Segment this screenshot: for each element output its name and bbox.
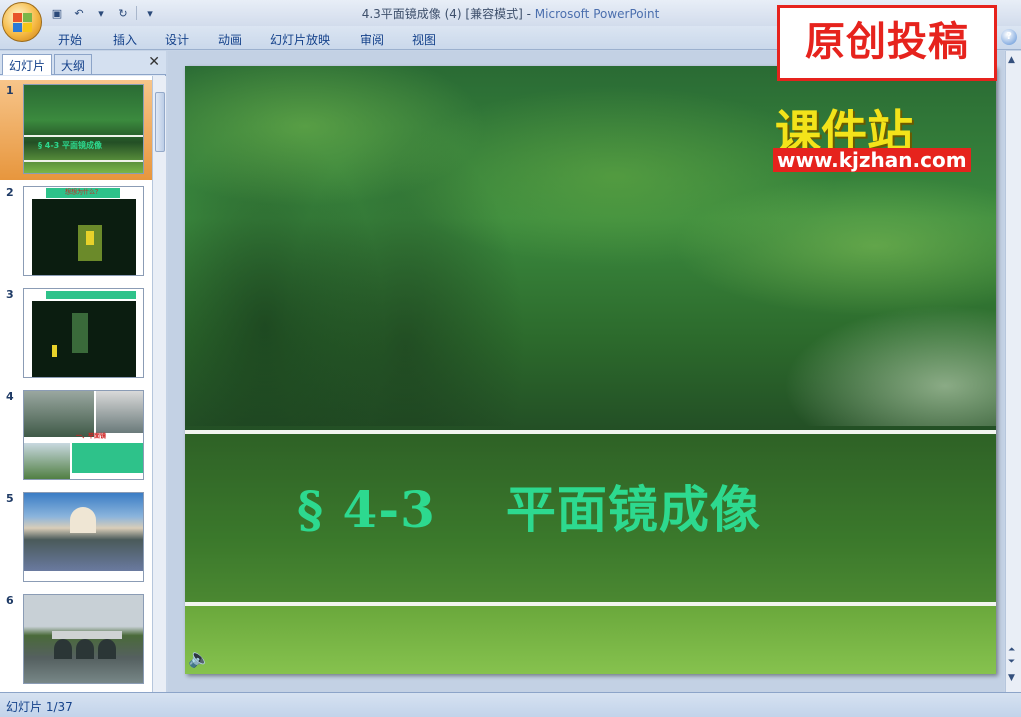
office-logo-icon: [13, 13, 33, 33]
thumb-caption: 想想为什么？: [46, 188, 120, 198]
slide-number: 3: [6, 288, 14, 301]
thumb-caption: § 4-3 平面镜成像: [38, 141, 103, 150]
prev-slide-icon[interactable]: ⏶: [1008, 645, 1015, 655]
slide-title[interactable]: § 4-3 平面镜成像: [297, 470, 761, 542]
tab-view[interactable]: 视图: [412, 31, 436, 48]
watermark-badge: 原创投稿: [777, 5, 997, 81]
slide-editor: 课件站 www.kjzhan.com § 4-3 平面镜成像 🔈: [168, 51, 1004, 692]
scrollbar-thumb[interactable]: [155, 92, 165, 152]
tab-animations[interactable]: 动画: [218, 31, 242, 48]
slide-number: 6: [6, 594, 14, 607]
grass-strip: [185, 606, 996, 674]
slide-thumb-1[interactable]: 1 § 4-3 平面镜成像: [0, 80, 152, 180]
current-slide[interactable]: 课件站 www.kjzhan.com § 4-3 平面镜成像 🔈: [185, 66, 996, 674]
slide-number: 1: [6, 84, 14, 97]
slide-counter: 幻灯片 1/37: [6, 700, 73, 714]
slide-title-text: 平面镜成像: [505, 480, 761, 539]
slide-thumbnail-image: 想想为什么？: [23, 186, 144, 276]
speaker-icon[interactable]: 🔈: [188, 648, 210, 669]
slide-number: 5: [6, 492, 14, 505]
slide-thumbnail-image: § 4-3 平面镜成像: [23, 84, 144, 174]
slide-thumbnail-image: 一、平面镜: [23, 390, 144, 480]
app-name: Microsoft PowerPoint: [534, 7, 660, 21]
title-dash: -: [526, 7, 535, 21]
tab-review[interactable]: 审阅: [360, 31, 384, 48]
slide-thumb-5[interactable]: 5: [0, 488, 152, 588]
slides-panel: 幻灯片 大纲 ✕ 1 § 4-3 平面镜成像 2 想想为什么？ 3 4 一、平面…: [0, 51, 166, 692]
slide-thumb-3[interactable]: 3: [0, 284, 152, 384]
status-bar: 幻灯片 1/37: [0, 692, 1021, 717]
office-button[interactable]: [2, 2, 42, 42]
thumbnails-scrollbar[interactable]: [152, 76, 166, 692]
close-icon[interactable]: ✕: [148, 54, 160, 70]
editor-scrollbar[interactable]: ▲ ⏶ ⏷ ▼: [1005, 51, 1021, 692]
kjzhan-url: www.kjzhan.com: [773, 148, 971, 172]
tab-outline[interactable]: 大纲: [54, 54, 93, 75]
tab-design[interactable]: 设计: [165, 31, 189, 48]
slide-thumbnail-image: [23, 492, 144, 582]
panel-tabs: 幻灯片 大纲 ✕: [0, 51, 166, 75]
slide-thumb-4[interactable]: 4 一、平面镜: [0, 386, 152, 486]
thumb-caption: 一、平面镜: [76, 433, 107, 440]
slide-number: 4: [6, 390, 14, 403]
scroll-down-icon[interactable]: ▼: [1008, 673, 1015, 683]
tab-slides[interactable]: 幻灯片: [2, 54, 53, 75]
scroll-up-icon[interactable]: ▲: [1008, 55, 1015, 65]
slide-thumb-6[interactable]: 6: [0, 590, 152, 690]
document-title: 4.3平面镜成像 (4) [兼容模式]: [361, 7, 523, 21]
tab-insert[interactable]: 插入: [113, 31, 137, 48]
slide-thumbnails: 1 § 4-3 平面镜成像 2 想想为什么？ 3 4 一、平面镜 5 6: [0, 76, 152, 692]
next-slide-icon[interactable]: ⏷: [1008, 657, 1015, 667]
slide-number: 2: [6, 186, 14, 199]
slide-thumbnail-image: [23, 594, 144, 684]
slide-thumbnail-image: [23, 288, 144, 378]
slide-title-number: § 4-3: [297, 480, 436, 539]
slide-thumb-2[interactable]: 2 想想为什么？: [0, 182, 152, 282]
help-icon[interactable]: ?: [1001, 29, 1017, 45]
tab-slideshow[interactable]: 幻灯片放映: [270, 31, 330, 48]
tab-home[interactable]: 开始: [58, 31, 82, 48]
